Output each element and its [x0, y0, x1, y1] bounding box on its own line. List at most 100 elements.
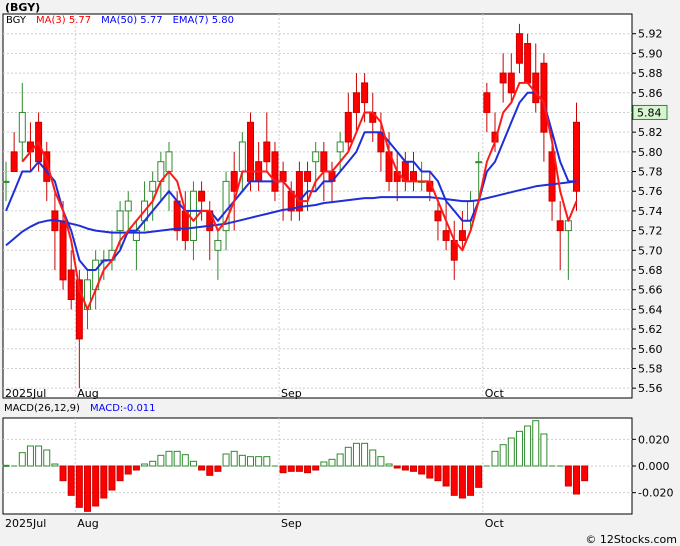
macd-bar — [26, 445, 34, 467]
price-tick-label: 5.92 — [638, 28, 663, 41]
candle-body — [295, 171, 303, 212]
price-tick-label: 5.64 — [638, 303, 663, 316]
macd-bar — [475, 465, 483, 488]
candle-body — [304, 171, 312, 182]
macd-bar — [458, 465, 466, 499]
macd-bar — [352, 442, 360, 467]
price-panel — [2, 13, 633, 399]
chart-title: (BGY) — [5, 1, 40, 14]
candle-body — [483, 92, 491, 113]
candle-body — [124, 200, 132, 212]
price-tick-label: 5.68 — [638, 264, 663, 277]
macd-bar — [312, 465, 320, 471]
candle-body — [67, 269, 75, 301]
macd-bar — [434, 465, 442, 482]
macd-bar — [189, 460, 197, 467]
macd-bar — [450, 465, 458, 496]
macd-bar — [532, 420, 540, 467]
candle-body — [238, 141, 246, 173]
macd-bar — [467, 465, 475, 496]
macd-x-label: Sep — [281, 517, 302, 530]
macd-bar — [304, 465, 312, 474]
macd-bar — [491, 450, 499, 467]
macd-legend-item: MACD:-0.011 — [90, 403, 156, 414]
candle-body — [181, 210, 189, 241]
macd-bar — [116, 465, 124, 482]
price-tick-label: 5.78 — [638, 166, 663, 179]
price-tick-label: 5.88 — [638, 67, 663, 80]
macd-bar — [100, 465, 108, 499]
macd-legend-item: MACD(26,12,9) — [4, 403, 80, 414]
candle-body — [361, 82, 369, 104]
price-x-label: 2025Jul — [5, 387, 46, 400]
candle-body — [214, 239, 222, 251]
macd-bar — [141, 463, 149, 467]
candle-body — [410, 171, 417, 182]
price-tick-label: 5.76 — [638, 185, 663, 198]
macd-x-label: Oct — [485, 517, 505, 530]
candle-body — [173, 200, 181, 232]
candle-body — [230, 171, 238, 192]
macd-bar — [564, 465, 572, 487]
macd-bar — [328, 458, 336, 467]
macd-bar — [385, 463, 393, 467]
price-legend-item: MA(3) 5.77 — [36, 15, 91, 26]
macd-tick-label: -0.020 — [638, 487, 673, 500]
price-tick-label: 5.56 — [638, 382, 663, 395]
macd-bar — [149, 460, 157, 467]
macd-bar — [287, 465, 295, 472]
macd-bar — [540, 433, 548, 467]
candle-body — [564, 220, 572, 232]
candle-body — [458, 230, 466, 241]
candle-body — [515, 33, 523, 64]
macd-bar — [320, 461, 328, 467]
macd-bar — [222, 453, 230, 467]
candle-body — [271, 151, 279, 192]
macd-bar — [2, 464, 10, 467]
candle-body — [556, 220, 564, 232]
candle-body — [507, 72, 515, 94]
candle-body — [247, 121, 254, 182]
candle-body — [352, 92, 360, 113]
macd-bar — [279, 465, 287, 474]
price-x-label: Aug — [77, 387, 98, 400]
price-legend-item: BGY — [6, 15, 27, 26]
price-tick-label: 5.90 — [638, 47, 663, 60]
macd-bar — [43, 449, 51, 467]
macd-bar — [206, 465, 214, 476]
price-x-label: Sep — [281, 387, 302, 400]
macd-bar — [524, 425, 532, 467]
macd-bar — [173, 450, 181, 467]
macd-bar — [255, 456, 263, 467]
candle-body — [434, 210, 442, 222]
macd-bar — [336, 453, 344, 467]
candle-body — [2, 180, 10, 183]
macd-bar — [230, 450, 238, 467]
candle-body — [116, 210, 124, 232]
macd-bar — [247, 456, 254, 467]
candle-body — [524, 43, 532, 84]
macd-bar — [124, 465, 132, 475]
macd-bar — [361, 442, 369, 467]
price-tick-label: 5.60 — [638, 343, 663, 356]
macd-bar — [214, 465, 222, 472]
candle-body — [59, 220, 67, 281]
price-legend-item: MA(50) 5.77 — [101, 15, 162, 26]
price-tick-label: 5.58 — [638, 362, 663, 375]
candle-body — [475, 161, 483, 164]
macd-bar — [238, 454, 246, 467]
candle-body — [165, 151, 173, 173]
macd-bar — [263, 456, 271, 467]
price-tick-label: 5.86 — [638, 87, 663, 100]
macd-bar — [401, 465, 409, 471]
price-tick-label: 5.72 — [638, 225, 663, 238]
macd-bar — [18, 452, 26, 467]
price-tick-label: 5.82 — [638, 126, 663, 139]
macd-bar — [377, 456, 385, 467]
candle-body — [540, 62, 548, 133]
copyright-text: © 12Stocks.com — [585, 533, 677, 546]
price-tick-label: 5.70 — [638, 244, 663, 257]
macd-bar — [344, 446, 352, 467]
candle-body — [532, 72, 540, 104]
price-tick-label: 5.74 — [638, 205, 663, 218]
